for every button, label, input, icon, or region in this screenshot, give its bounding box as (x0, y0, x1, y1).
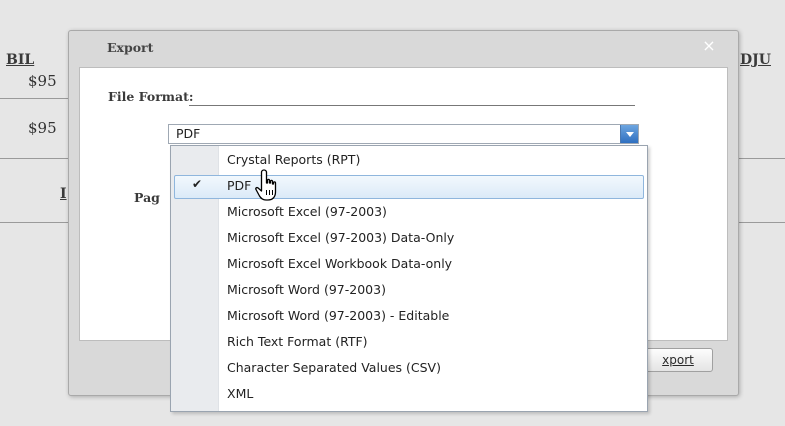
dropdown-option[interactable]: Microsoft Word (97-2003) (171, 277, 647, 303)
dropdown-option-label: Crystal Reports (RPT) (227, 152, 361, 167)
dropdown-option[interactable]: Microsoft Excel Workbook Data-only (171, 251, 647, 277)
chevron-down-icon[interactable] (620, 125, 638, 143)
dropdown-option-label: Microsoft Excel (97-2003) Data-Only (227, 230, 455, 245)
dropdown-option-label: Microsoft Word (97-2003) - Editable (227, 308, 450, 323)
divider (0, 222, 70, 223)
column-header-left: BIL (6, 52, 35, 68)
amount-value: $95 (28, 119, 57, 137)
section-underline (189, 105, 635, 106)
select-value: PDF (176, 126, 201, 141)
amount-value: $95 (28, 72, 57, 90)
dropdown-option[interactable]: Microsoft Excel (97-2003) (171, 199, 647, 225)
page-range-label: Pag (134, 190, 160, 205)
dropdown-option[interactable]: Character Separated Values (CSV) (171, 355, 647, 381)
dropdown-option-label: Microsoft Excel Workbook Data-only (227, 256, 453, 271)
dropdown-option-label: Microsoft Word (97-2003) (227, 282, 386, 297)
dropdown-option[interactable]: Crystal Reports (RPT) (171, 147, 647, 173)
dialog-title: Export (107, 40, 154, 55)
dropdown-option[interactable]: XML (171, 381, 647, 407)
dropdown-option[interactable]: ✔ PDF (171, 173, 647, 199)
divider (0, 158, 70, 159)
close-icon[interactable]: × (700, 37, 718, 55)
file-format-select[interactable]: PDF (168, 124, 639, 144)
dropdown-option-label: XML (227, 386, 254, 401)
dropdown-option-label: Character Separated Values (CSV) (227, 360, 441, 375)
dropdown-option[interactable]: Microsoft Word (97-2003) - Editable (171, 303, 647, 329)
dropdown-option[interactable]: Rich Text Format (RTF) (171, 329, 647, 355)
divider (737, 222, 785, 223)
column-header-partial: I (60, 186, 67, 202)
divider (0, 98, 70, 99)
hand-pointer-icon (255, 169, 277, 201)
dropdown-option-label: Microsoft Excel (97-2003) (227, 204, 387, 219)
dropdown-option-label: Rich Text Format (RTF) (227, 334, 368, 349)
divider (737, 158, 785, 159)
file-format-label: File Format: (108, 89, 194, 104)
dropdown-option[interactable]: Microsoft Excel (97-2003) Data-Only (171, 225, 647, 251)
dialog-titlebar[interactable]: Export × (69, 31, 738, 65)
format-dropdown-list: Crystal Reports (RPT) ✔ PDF Microsoft Excel… (170, 145, 648, 412)
column-header-right: DJU (740, 52, 771, 68)
export-button[interactable]: xport (643, 348, 713, 372)
check-icon: ✔ (192, 177, 203, 191)
dropdown-option-label: PDF (227, 178, 252, 193)
